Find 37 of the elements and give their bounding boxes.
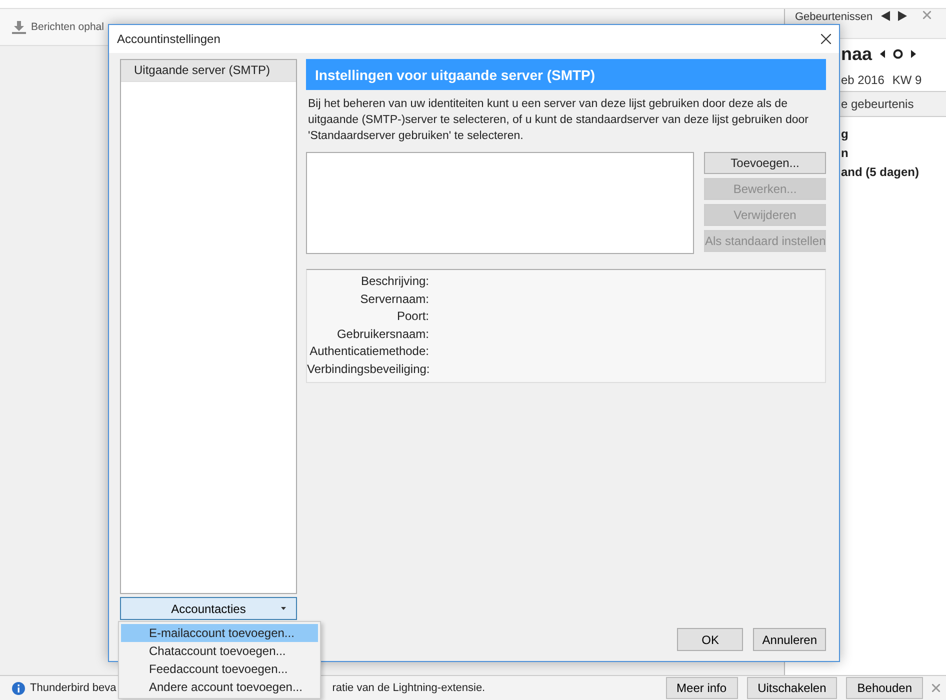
detail-label: Beschrijving: xyxy=(360,273,429,290)
today-icon[interactable] xyxy=(893,49,904,59)
detail-label: Poort: xyxy=(396,308,429,326)
download-icon xyxy=(12,20,26,34)
next-icon[interactable] xyxy=(911,50,916,58)
info-icon xyxy=(12,682,25,694)
previous-icon[interactable] xyxy=(880,50,886,58)
close-icon[interactable] xyxy=(821,34,831,44)
week-label: KW 9 xyxy=(892,73,922,87)
dialog-button[interactable]: Annuleren xyxy=(753,628,826,651)
account-actions-button[interactable]: Accountacties xyxy=(120,597,297,620)
notification-text: ratie van de Lightning-extensie. xyxy=(332,682,486,694)
detail-label: Authenticatiemethode: xyxy=(308,343,429,360)
date-label: eb 2016 xyxy=(841,73,884,87)
get-messages-button[interactable]: Berichten ophal xyxy=(31,21,104,33)
previous-icon[interactable] xyxy=(880,11,890,21)
notification-button[interactable]: Behouden xyxy=(846,677,923,699)
menu-item[interactable]: Feedaccount toevoegen... xyxy=(121,660,318,678)
menu-item[interactable]: E-mailaccount toevoegen... xyxy=(121,624,318,642)
notification-text: Thunderbird beva xyxy=(30,682,116,694)
dialog-button[interactable]: OK xyxy=(677,628,744,651)
pane-title: Gebeurtenissen xyxy=(795,11,873,24)
menu-item[interactable]: Chataccount toevoegen... xyxy=(121,642,318,660)
detail-label: Gebruikersnaam: xyxy=(336,326,429,343)
menu-item[interactable]: Andere account toevoegen... xyxy=(121,678,318,696)
server-button[interactable]: Toevoegen... xyxy=(704,152,826,174)
tree-item[interactable]: Uitgaande server (SMTP) xyxy=(121,60,296,82)
notification-button[interactable]: Meer info xyxy=(666,677,738,699)
page-header: Instellingen voor uitgaande server (SMTP) xyxy=(306,59,826,90)
notification-button[interactable]: Uitschakelen xyxy=(746,677,838,699)
detail-label: Servernaam: xyxy=(359,290,429,308)
caret-icon xyxy=(281,607,286,610)
month-label: naa xyxy=(841,44,872,64)
dialog-title: Accountinstellingen xyxy=(117,32,220,46)
description-text: Bij het beheren van uw identiteiten kunt u een server van deze lijst gebruiken door deze als de uitgaande (SMTP-)server te selecteren, of u kunt de standaardserver van deze lijst gebruiken door 'Standaardserver gebruiken' te selecteren. xyxy=(308,97,810,144)
detail-label: Verbindingsbeveiliging: xyxy=(307,360,429,378)
next-icon[interactable] xyxy=(898,11,907,21)
